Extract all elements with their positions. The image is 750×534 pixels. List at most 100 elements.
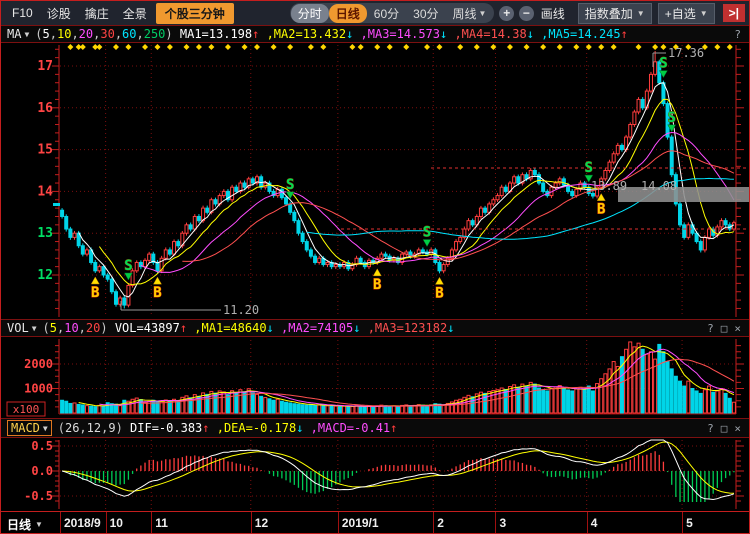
timeline-month-label: 2	[437, 516, 444, 530]
vol-row-value-0: VOL=43897	[115, 321, 180, 335]
ma-row-dropdown[interactable]: MA▼	[7, 27, 29, 41]
ma20-line	[141, 133, 734, 273]
up-arrow-icon: ↑	[180, 321, 194, 335]
buy-marker: B	[153, 285, 161, 301]
vol-indicator-row: VOL▼(5,10,20) VOL=43897↑ ,MA1=48640↓ ,MA…	[1, 319, 749, 337]
close-icon[interactable]: ×	[734, 322, 741, 335]
timeline-separator	[682, 512, 683, 534]
macd-grid	[60, 440, 736, 509]
buy-marker: B	[91, 285, 99, 301]
timeline-separator	[151, 512, 152, 534]
draw-line-button[interactable]: 画线	[534, 3, 572, 24]
vol-row-dropdown[interactable]: VOL▼	[7, 321, 37, 335]
stock-chart-window: F10 诊股 擒庄 全景 个股三分钟 分时 日线 60分 30分 周线▼ + −…	[0, 0, 750, 534]
up-arrow-icon: ↑	[202, 421, 216, 435]
macd-chart[interactable]: 0.50.0-0.5	[1, 438, 750, 511]
timeline-separator	[587, 512, 588, 534]
zoom-in-button[interactable]: +	[499, 6, 514, 21]
tab-30min[interactable]: 30分	[406, 4, 445, 23]
svg-text:13: 13	[37, 226, 53, 241]
timeline-month-label: 3	[499, 516, 506, 530]
timeline-month-label: 10	[110, 516, 123, 530]
period-selector-button[interactable]: 日线▼	[7, 516, 43, 533]
macd-row-value-0: DIF=-0.383	[130, 421, 202, 435]
down-arrow-icon: ↓	[267, 321, 281, 335]
timeline-month-label: 5	[686, 516, 693, 530]
macd-row-value-1: ,DEA=-0.178	[217, 421, 296, 435]
signal-diamonds	[67, 44, 732, 50]
sell-marker: S	[423, 225, 431, 241]
maximize-icon[interactable]: □	[721, 322, 728, 335]
add-watchlist-button[interactable]: +自选▼	[658, 3, 715, 24]
menu-catch-banker[interactable]: 擒庄	[78, 3, 116, 24]
index-overlay-button[interactable]: 指数叠加▼	[578, 3, 652, 24]
ma-row-params: (5,10,20,30,60,250)	[35, 27, 180, 41]
chevron-down-icon: ▼	[479, 9, 487, 18]
chevron-down-icon: ▼	[24, 30, 29, 39]
down-arrow-icon: ↓	[527, 27, 541, 41]
svg-text:13.89: 13.89	[591, 179, 627, 193]
zoom-out-button[interactable]: −	[519, 6, 534, 21]
svg-text:14: 14	[37, 184, 53, 199]
timeline-separator	[251, 512, 252, 534]
tab-intraday[interactable]: 分时	[291, 4, 329, 23]
up-arrow-icon: ↑	[621, 27, 635, 41]
svg-text:16: 16	[37, 101, 53, 116]
volume-chart[interactable]: 20001000x100	[1, 337, 750, 418]
sell-marker: S	[286, 177, 294, 193]
sell-arrow-icon	[423, 240, 431, 247]
tab-weekly[interactable]: 周线▼	[446, 4, 494, 23]
sell-marker: S	[585, 160, 593, 176]
vol-row-value-2: ,MA2=74105	[281, 321, 353, 335]
svg-text:12: 12	[37, 268, 53, 283]
tab-daily[interactable]: 日线	[329, 4, 367, 23]
macd-indicator-row: MACD▼(26,12,9) DIF=-0.383↑ ,DEA=-0.178↓ …	[1, 418, 749, 438]
timeline-separator	[433, 512, 434, 534]
timeline-axis: 日线▼ 2018/91011122019/12345	[1, 511, 749, 534]
price-highlight-bar	[618, 187, 749, 202]
svg-text:15: 15	[37, 143, 53, 158]
ma30-line	[182, 151, 734, 262]
help-icon[interactable]: ?	[707, 322, 714, 335]
menu-f10[interactable]: F10	[5, 4, 40, 22]
timeline-separator	[338, 512, 339, 534]
help-icon[interactable]: ?	[707, 422, 714, 435]
svg-text:2000: 2000	[24, 357, 53, 371]
svg-text:x100: x100	[13, 403, 40, 416]
sell-marker: S	[659, 56, 667, 72]
down-arrow-icon: ↓	[440, 27, 454, 41]
up-arrow-icon: ↑	[252, 27, 266, 41]
maximize-icon[interactable]: □	[721, 422, 728, 435]
stock-3min-button[interactable]: 个股三分钟	[156, 3, 234, 24]
candlestick-chart[interactable]: 171615141312BSBSBSBSBSS17.3611.2013.8914…	[1, 43, 750, 319]
macd-row-params: (26,12,9)	[58, 421, 130, 435]
svg-text:17: 17	[37, 59, 53, 74]
close-icon[interactable]: ×	[734, 422, 741, 435]
menu-diagnose-stock[interactable]: 诊股	[40, 3, 78, 24]
top-toolbar: F10 诊股 擒庄 全景 个股三分钟 分时 日线 60分 30分 周线▼ + −…	[1, 1, 749, 25]
macd-row-dropdown[interactable]: MACD▼	[7, 420, 52, 436]
ma-row-value-4: ,MA5=14.245	[541, 27, 620, 41]
help-icon[interactable]: ?	[734, 28, 741, 41]
ma-row-value-2: ,MA3=14.573	[361, 27, 440, 41]
timeline-month-label: 4	[591, 516, 598, 530]
svg-text:0.5: 0.5	[31, 439, 53, 453]
vol-row-window-icons: ? □ ×	[707, 322, 741, 335]
down-arrow-icon: ↓	[353, 321, 367, 335]
buy-arrow-icon	[153, 277, 161, 284]
buy-marker: B	[435, 285, 443, 301]
macd-row-window-icons: ? □ ×	[707, 422, 741, 435]
buy-arrow-icon	[435, 277, 443, 284]
timeline-month-label: 11	[155, 516, 168, 530]
menu-overview[interactable]: 全景	[116, 3, 154, 24]
collapse-panel-button[interactable]: >|	[723, 4, 745, 22]
ma-row-value-0: MA1=13.198	[180, 27, 252, 41]
last-price-tick	[53, 203, 60, 206]
tab-60min[interactable]: 60分	[367, 4, 406, 23]
timeline-separator	[495, 512, 496, 534]
sell-marker: S	[124, 258, 132, 274]
timeline-month-label: 2018/9	[64, 516, 101, 530]
down-arrow-icon: ↓	[296, 421, 310, 435]
buy-arrow-icon	[91, 277, 99, 284]
timeline-month-label: 2019/1	[342, 516, 379, 530]
